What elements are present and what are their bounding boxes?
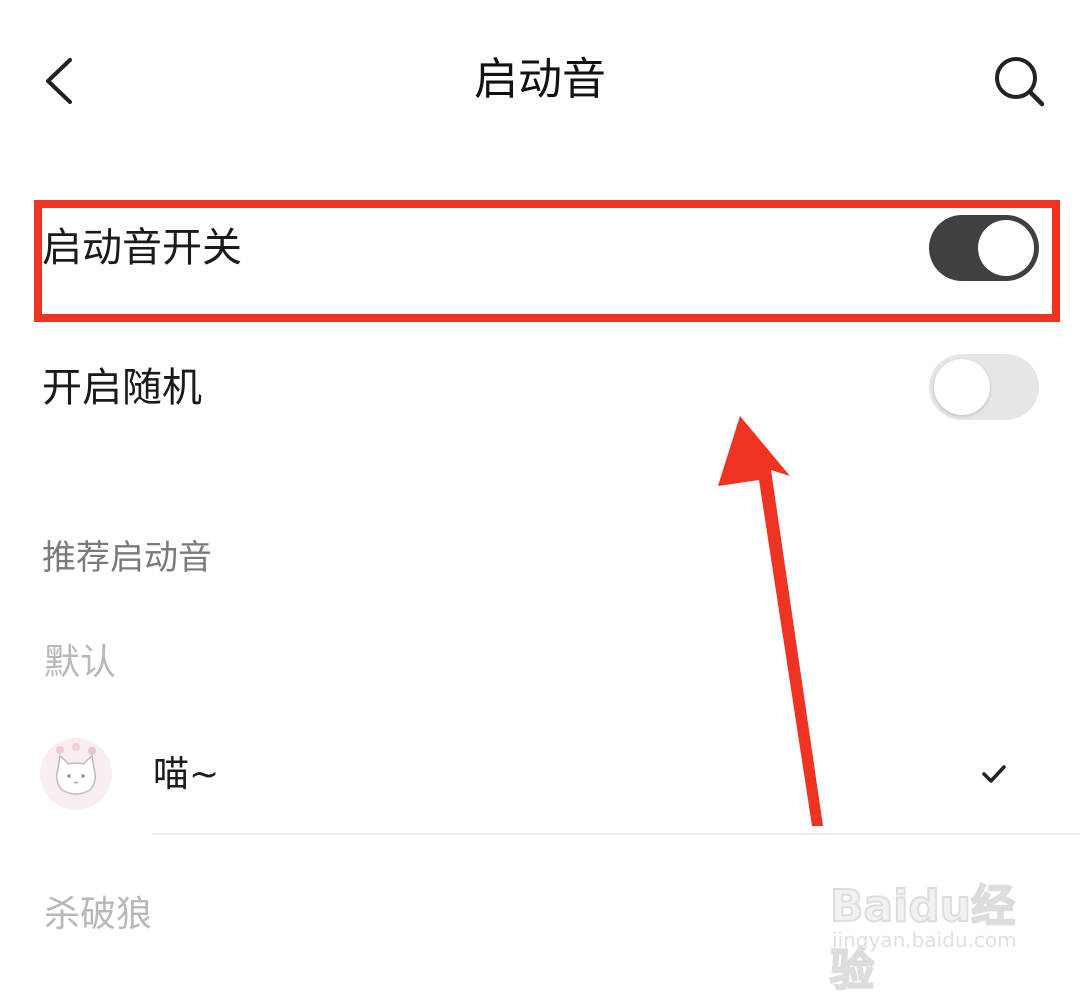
baidu-jingyan-watermark: Baidu经验 jingyan.baidu.com — [829, 880, 1017, 997]
annotation-arrow — [718, 416, 823, 826]
